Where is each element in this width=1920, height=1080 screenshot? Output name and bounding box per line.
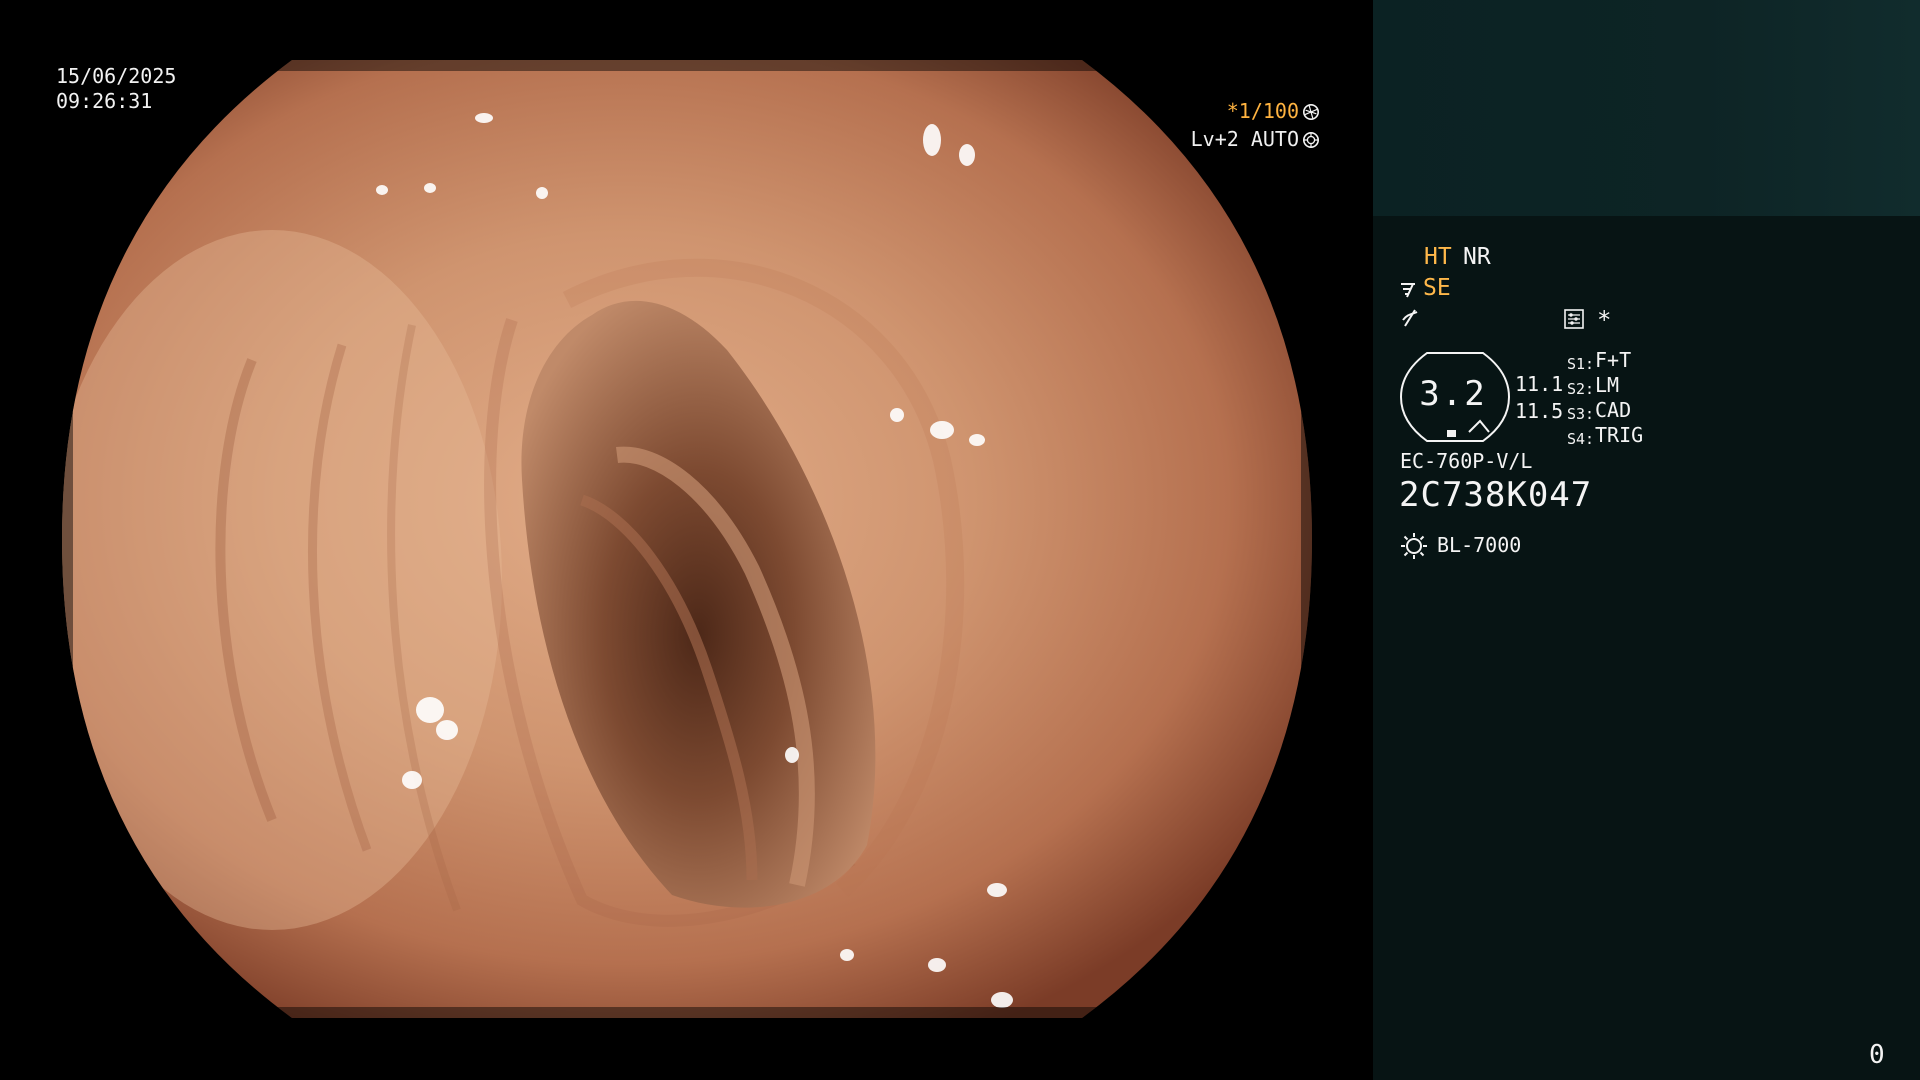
zoom-value: 3.2	[1419, 374, 1487, 414]
freeze-wave-icon	[1402, 309, 1418, 327]
iris-icon	[1302, 131, 1320, 149]
capture-counter: 0	[1869, 1040, 1885, 1070]
aperture-icon	[1302, 103, 1320, 121]
se-indicator: SE	[1423, 275, 1451, 301]
light-source: BL-7000	[1437, 533, 1522, 557]
structure-enhance-icon	[1401, 283, 1415, 298]
endoscopic-image	[62, 60, 1312, 1018]
brightness-level: Lv+2 AUTO	[1191, 127, 1320, 151]
switch-2-label: S2:	[1567, 380, 1595, 398]
nr-indicator: NR	[1463, 244, 1491, 270]
switch-1-label: S1:	[1567, 355, 1595, 373]
switch-2-value: LM	[1595, 373, 1620, 397]
switch-1-value: F+T	[1595, 348, 1632, 372]
status-panel: HT NR SE * 3.2 11.1 11.5 S1: F+T S2: LM …	[1373, 0, 1920, 1080]
exam-time: 09:26:31	[56, 89, 153, 113]
settings-grid-icon	[1564, 309, 1584, 329]
shutter-speed: *1/100	[1227, 99, 1320, 123]
switch-3-value: CAD	[1595, 398, 1632, 422]
scope-model: EC-760P-V/L	[1400, 449, 1533, 473]
star-indicator: *	[1597, 306, 1612, 334]
panel-header-area	[1373, 0, 1920, 216]
side-value-bottom: 11.5	[1515, 399, 1564, 423]
light-source-icon	[1401, 533, 1427, 559]
side-value-top: 11.1	[1515, 372, 1564, 396]
ht-indicator: HT	[1424, 244, 1452, 270]
endoscope-viewport: 15/06/2025 09:26:31 *1/100 Lv+2 AUTO	[0, 0, 1373, 1080]
exam-date: 15/06/2025	[56, 64, 177, 88]
switch-4-label: S4:	[1567, 430, 1595, 448]
switch-4-value: TRIG	[1595, 423, 1644, 447]
switch-3-label: S3:	[1567, 405, 1595, 423]
exposure-readout: *1/100 Lv+2 AUTO	[1150, 99, 1320, 159]
scope-serial: 2C738K047	[1399, 475, 1593, 515]
